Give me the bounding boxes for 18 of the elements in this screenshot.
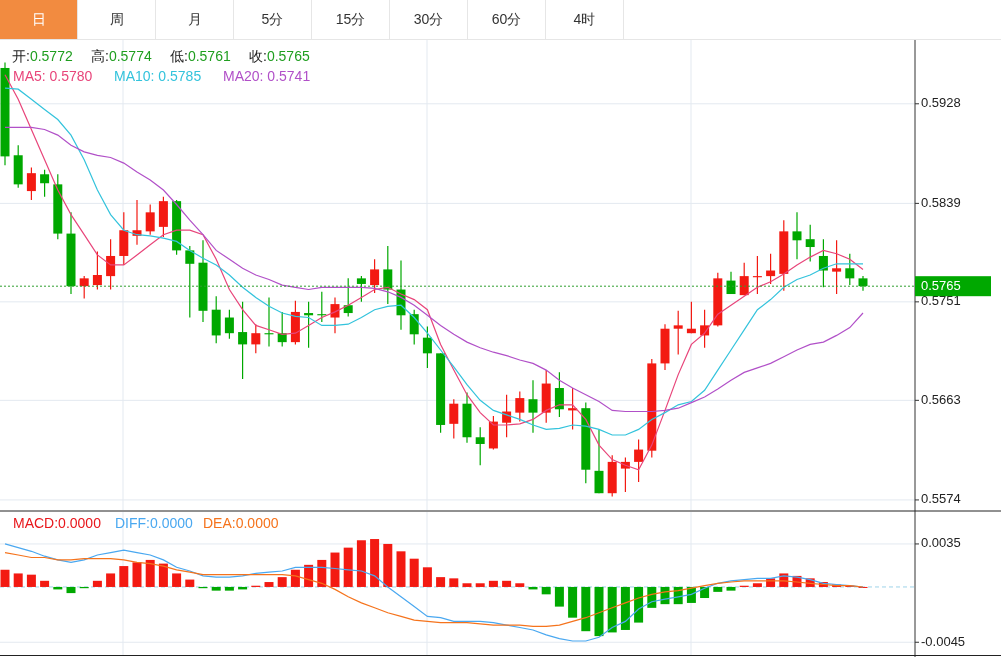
price-stat: 收:0.5765 (249, 47, 310, 64)
axis-label: -0.0045 (921, 633, 966, 649)
last-price-line: 0.5765 (0, 276, 991, 297)
moving-average-legend: MA20: 0.5741 (223, 67, 311, 84)
price-stat: 高:0.5774 (91, 47, 152, 64)
price-stat: 低:0.5761 (170, 47, 231, 64)
indicator-legend: DIFF:0.0000 (115, 514, 193, 531)
ref-line-label: 0.5765 (921, 277, 961, 293)
price-stat: 开:0.5772 (12, 47, 73, 64)
axis-label: 0.5574 (921, 491, 961, 507)
indicator-legend: MACD:0.0000 (13, 514, 101, 531)
axis-label: 0.0035 (921, 535, 961, 551)
axis-label: 0.5663 (921, 391, 961, 407)
axis-label: 0.5928 (921, 95, 961, 111)
indicator-legend: DEA:0.0000 (203, 514, 279, 531)
moving-average-legend: MA10: 0.5785 (114, 67, 202, 84)
axis-label: 0.5839 (921, 194, 961, 210)
moving-average-legend: MA5: 0.5780 (13, 67, 93, 84)
